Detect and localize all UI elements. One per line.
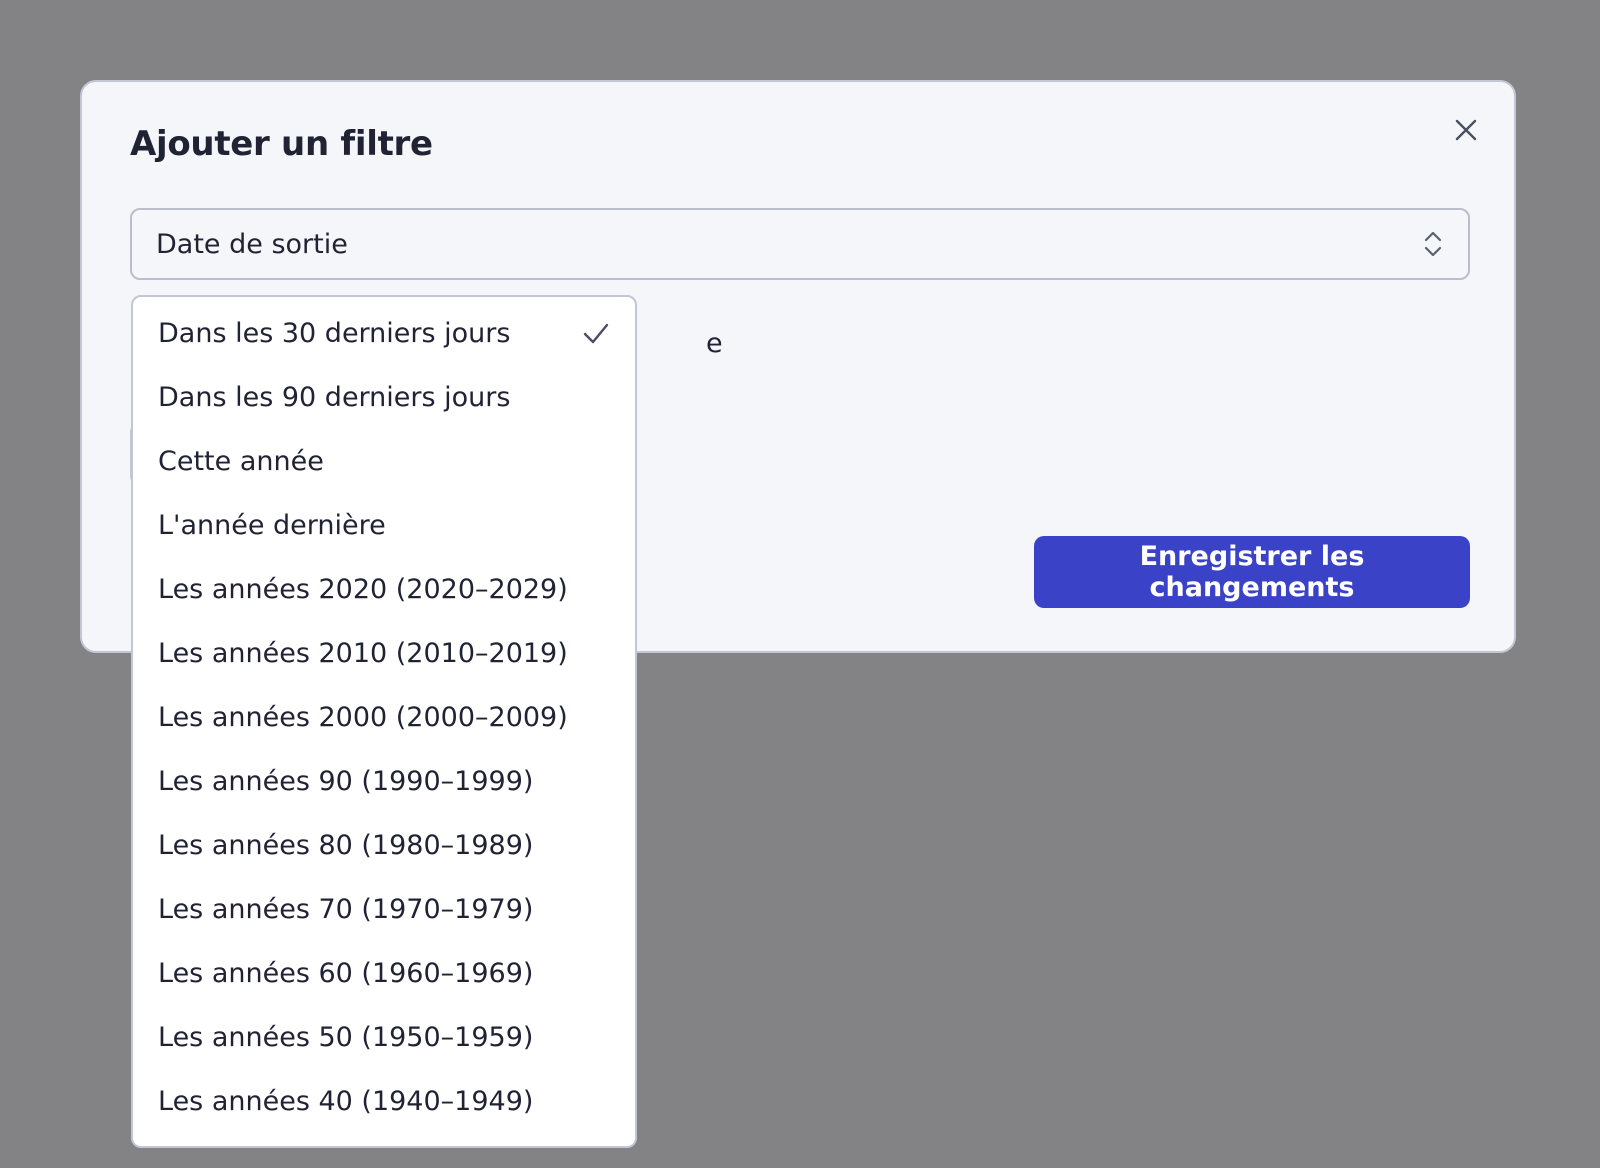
date-range-dropdown: Dans les 30 derniers jours Dans les 90 de…	[131, 295, 637, 1148]
option-label: Cette année	[158, 445, 324, 477]
partially-hidden-label: e	[706, 328, 723, 359]
dropdown-option[interactable]: Dans les 30 derniers jours	[133, 301, 635, 365]
dropdown-option[interactable]: Les années 2010 (2010–2019)	[133, 621, 635, 685]
option-label: Les années 70 (1970–1979)	[158, 893, 534, 925]
option-list: Dans les 30 derniers jours Dans les 90 de…	[133, 301, 635, 1133]
dropdown-option[interactable]: Les années 40 (1940–1949)	[133, 1069, 635, 1133]
option-label: L'année dernière	[158, 509, 386, 541]
filter-field-select[interactable]: Date de sortie	[130, 208, 1470, 280]
option-label: Les années 90 (1990–1999)	[158, 765, 534, 797]
option-label: Dans les 30 derniers jours	[158, 317, 511, 349]
dropdown-option[interactable]: Cette année	[133, 429, 635, 493]
option-label: Les années 40 (1940–1949)	[158, 1085, 534, 1117]
dropdown-option[interactable]: L'année dernière	[133, 493, 635, 557]
option-label: Les années 60 (1960–1969)	[158, 957, 534, 989]
option-label: Les années 50 (1950–1959)	[158, 1021, 534, 1053]
option-label: Les années 2020 (2020–2029)	[158, 573, 568, 605]
check-icon	[583, 323, 609, 344]
option-label: Les années 2000 (2000–2009)	[158, 701, 568, 733]
option-label: Les années 80 (1980–1989)	[158, 829, 534, 861]
dropdown-option[interactable]: Les années 90 (1990–1999)	[133, 749, 635, 813]
dropdown-option[interactable]: Les années 80 (1980–1989)	[133, 813, 635, 877]
dropdown-option[interactable]: Les années 70 (1970–1979)	[133, 877, 635, 941]
dialog-title: Ajouter un filtre	[130, 124, 433, 164]
option-label: Dans les 90 derniers jours	[158, 381, 511, 413]
dropdown-option[interactable]: Les années 2020 (2020–2029)	[133, 557, 635, 621]
save-changes-button[interactable]: Enregistrer les changements	[1034, 536, 1470, 608]
chevron-up-down-icon	[1424, 231, 1442, 257]
close-button[interactable]	[1446, 110, 1486, 150]
filter-field-value: Date de sortie	[156, 228, 348, 260]
option-label: Les années 2010 (2010–2019)	[158, 637, 568, 669]
dropdown-option[interactable]: Les années 60 (1960–1969)	[133, 941, 635, 1005]
dropdown-option[interactable]: Les années 50 (1950–1959)	[133, 1005, 635, 1069]
dropdown-option[interactable]: Dans les 90 derniers jours	[133, 365, 635, 429]
dropdown-option[interactable]: Les années 2000 (2000–2009)	[133, 685, 635, 749]
close-icon	[1455, 119, 1477, 141]
